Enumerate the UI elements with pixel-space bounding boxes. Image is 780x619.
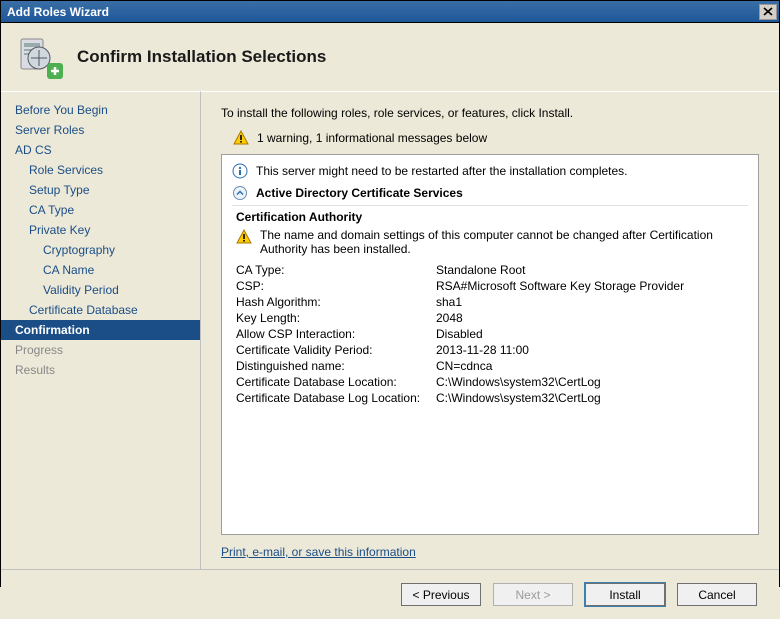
cancel-button[interactable]: Cancel xyxy=(677,583,757,606)
wizard-header: Confirm Installation Selections xyxy=(1,23,779,91)
detail-value: Standalone Root xyxy=(436,263,525,277)
detail-key: CA Type: xyxy=(236,263,436,277)
detail-value: C:\Windows\system32\CertLog xyxy=(436,391,601,405)
detail-key: Certificate Database Location: xyxy=(236,375,436,389)
nav-item-progress: Progress xyxy=(1,340,200,360)
nav-item-before-you-begin[interactable]: Before You Begin xyxy=(1,100,200,120)
install-button[interactable]: Install xyxy=(585,583,665,606)
link-row: Print, e-mail, or save this information xyxy=(221,545,759,559)
nav-item-certificate-database[interactable]: Certificate Database xyxy=(1,300,200,320)
details-list: CA Type:Standalone RootCSP:RSA#Microsoft… xyxy=(232,262,748,406)
close-icon xyxy=(763,7,773,16)
nav-item-validity-period[interactable]: Validity Period xyxy=(1,280,200,300)
warning-icon xyxy=(236,229,252,245)
detail-key: Certificate Database Log Location: xyxy=(236,391,436,405)
instruction-text: To install the following roles, role ser… xyxy=(221,106,759,120)
detail-value: CN=cdnca xyxy=(436,359,492,373)
detail-value: C:\Windows\system32\CertLog xyxy=(436,375,601,389)
warning-text: The name and domain settings of this com… xyxy=(260,228,748,256)
detail-row: Distinguished name:CN=cdnca xyxy=(232,358,748,374)
window-title: Add Roles Wizard xyxy=(7,5,109,19)
nav-item-ca-name[interactable]: CA Name xyxy=(1,260,200,280)
nav-item-server-roles[interactable]: Server Roles xyxy=(1,120,200,140)
nav-item-ad-cs[interactable]: AD CS xyxy=(1,140,200,160)
wizard-footer: < Previous Next > Install Cancel xyxy=(1,569,779,619)
messages-summary-text: 1 warning, 1 informational messages belo… xyxy=(257,131,487,145)
detail-key: Key Length: xyxy=(236,311,436,325)
previous-button[interactable]: < Previous xyxy=(401,583,481,606)
nav-item-private-key[interactable]: Private Key xyxy=(1,220,200,240)
detail-row: Allow CSP Interaction:Disabled xyxy=(232,326,748,342)
nav-item-setup-type[interactable]: Setup Type xyxy=(1,180,200,200)
subheading: Certification Authority xyxy=(236,210,748,224)
next-button: Next > xyxy=(493,583,573,606)
nav-item-cryptography[interactable]: Cryptography xyxy=(1,240,200,260)
detail-value: 2013-11-28 11:00 xyxy=(436,343,529,357)
nav-item-role-services[interactable]: Role Services xyxy=(1,160,200,180)
detail-row: CSP:RSA#Microsoft Software Key Storage P… xyxy=(232,278,748,294)
warning-icon xyxy=(233,130,249,146)
nav-item-ca-type[interactable]: CA Type xyxy=(1,200,200,220)
selections-panel: This server might need to be restarted a… xyxy=(221,154,759,535)
info-icon xyxy=(232,163,248,179)
info-row: This server might need to be restarted a… xyxy=(232,161,748,181)
detail-row: Hash Algorithm:sha1 xyxy=(232,294,748,310)
detail-row: Certificate Validity Period:2013-11-28 1… xyxy=(232,342,748,358)
wizard-icon xyxy=(17,33,65,81)
content-area: To install the following roles, role ser… xyxy=(201,91,779,569)
nav-item-confirmation[interactable]: Confirmation xyxy=(1,320,200,340)
print-email-save-link[interactable]: Print, e-mail, or save this information xyxy=(221,545,416,559)
detail-row: CA Type:Standalone Root xyxy=(232,262,748,278)
detail-value: sha1 xyxy=(436,295,462,309)
detail-key: Allow CSP Interaction: xyxy=(236,327,436,341)
detail-value: 2048 xyxy=(436,311,463,325)
warning-row: The name and domain settings of this com… xyxy=(232,226,748,262)
detail-value: RSA#Microsoft Software Key Storage Provi… xyxy=(436,279,684,293)
detail-row: Certificate Database Location:C:\Windows… xyxy=(232,374,748,390)
page-title: Confirm Installation Selections xyxy=(77,47,326,67)
section-title: Active Directory Certificate Services xyxy=(256,186,463,200)
close-button[interactable] xyxy=(759,4,777,20)
info-text: This server might need to be restarted a… xyxy=(256,164,628,178)
detail-value: Disabled xyxy=(436,327,483,341)
detail-key: Hash Algorithm: xyxy=(236,295,436,309)
detail-key: Distinguished name: xyxy=(236,359,436,373)
detail-key: CSP: xyxy=(236,279,436,293)
detail-key: Certificate Validity Period: xyxy=(236,343,436,357)
detail-row: Key Length:2048 xyxy=(232,310,748,326)
detail-row: Certificate Database Log Location:C:\Win… xyxy=(232,390,748,406)
section-heading-row[interactable]: Active Directory Certificate Services xyxy=(232,181,748,206)
nav-item-results: Results xyxy=(1,360,200,380)
titlebar: Add Roles Wizard xyxy=(1,1,779,23)
chevron-up-icon xyxy=(232,185,248,201)
wizard-sidebar: Before You BeginServer RolesAD CSRole Se… xyxy=(1,91,201,569)
messages-summary-row: 1 warning, 1 informational messages belo… xyxy=(221,130,759,146)
